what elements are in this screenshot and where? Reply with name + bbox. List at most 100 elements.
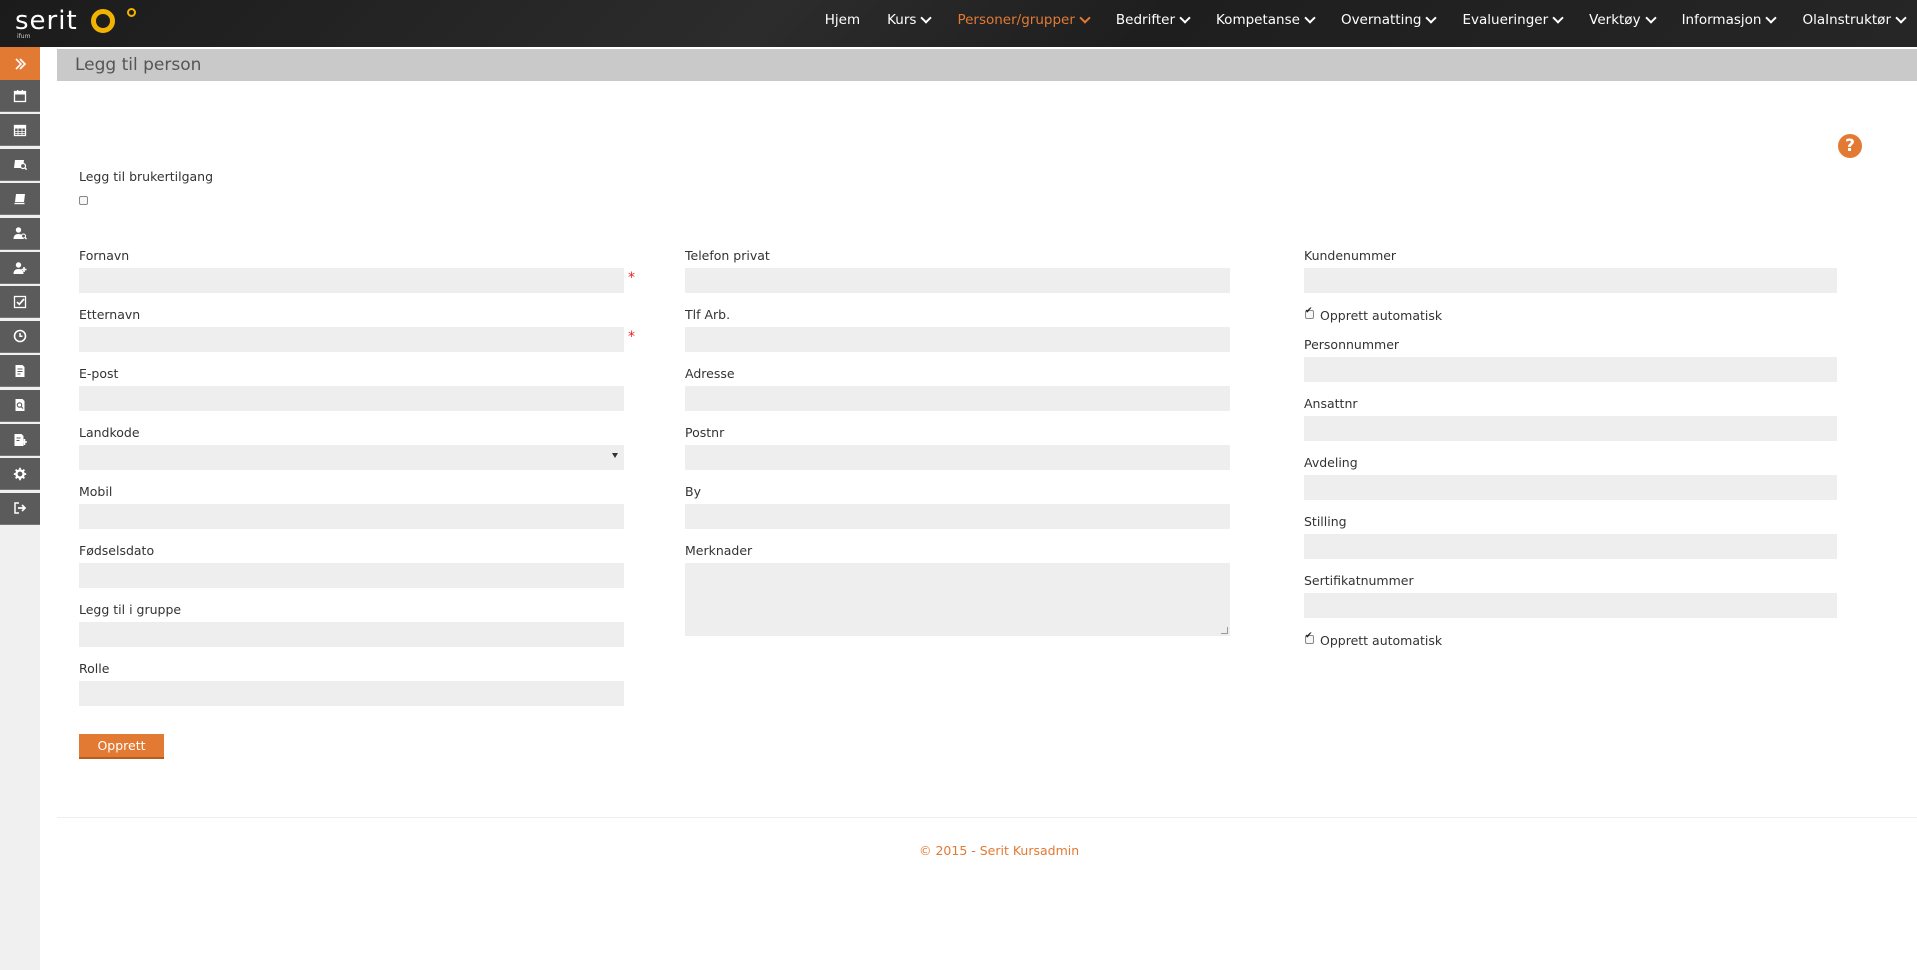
by-input[interactable] <box>685 504 1230 529</box>
kundenummer-input[interactable] <box>1304 268 1837 293</box>
document-search-icon <box>13 398 27 412</box>
etternavn-label: Etternavn <box>79 307 141 322</box>
sidebar-logout-button[interactable] <box>0 492 40 525</box>
sidebar-double-chevron-right-button[interactable] <box>0 47 40 80</box>
sidebar-calendar-grid-button[interactable] <box>0 114 40 147</box>
rolle-input[interactable] <box>79 681 624 706</box>
fodselsdato-input[interactable] <box>79 563 624 588</box>
user-add-icon <box>13 261 27 275</box>
nav-item-olainstruktør[interactable]: OlaInstruktør <box>1802 11 1907 28</box>
nav-item-label: OlaInstruktør <box>1802 12 1891 28</box>
calendar-grid-icon <box>13 123 27 137</box>
nav-item-kurs[interactable]: Kurs <box>887 11 933 28</box>
nav-item-overnatting[interactable]: Overnatting <box>1340 11 1438 28</box>
nav-item-label: Kompetanse <box>1216 12 1300 28</box>
chevron-down-icon <box>1079 11 1091 24</box>
fornavn-input[interactable] <box>79 268 624 293</box>
rolle-label: Rolle <box>79 661 110 676</box>
mobil-label: Mobil <box>79 484 113 499</box>
gruppe-label: Legg til i gruppe <box>79 602 182 617</box>
sertifikatnummer-input[interactable] <box>1304 593 1837 618</box>
opprett-auto-kundenummer-checkbox[interactable] <box>1305 306 1314 319</box>
chevron-down-icon <box>1552 11 1564 24</box>
user-access-label: Legg til brukertilgang <box>79 169 214 184</box>
sidebar-document-button[interactable] <box>0 355 40 388</box>
nav-item-hjem[interactable]: Hjem <box>825 12 860 28</box>
footer-divider <box>57 817 1917 818</box>
page-title: Legg til person <box>75 55 202 75</box>
personnummer-input[interactable] <box>1304 357 1837 382</box>
top-navbar: serit ifum Hjem Kurs Personer/grupper Bedri… <box>0 0 1917 47</box>
sidebar-user-add-button[interactable] <box>0 252 40 284</box>
tlf-privat-input[interactable] <box>685 268 1230 293</box>
nav-item-label: Overnatting <box>1340 12 1422 28</box>
resize-handle-icon[interactable] <box>1221 627 1228 634</box>
double-chevron-right-icon <box>13 57 27 71</box>
nav-item-informasjon[interactable]: Informasjon <box>1682 11 1778 28</box>
chevron-down-icon <box>1304 11 1316 24</box>
dropdown-arrow-icon <box>612 453 618 458</box>
epost-label: E-post <box>79 366 119 381</box>
tlf-privat-label: Telefon privat <box>685 248 770 263</box>
tlf-arb-label: Tlf Arb. <box>685 307 731 322</box>
opprett-auto-sertifikat-label: Opprett automatisk <box>1320 633 1443 648</box>
gruppe-input[interactable] <box>79 622 624 647</box>
landkode-label: Landkode <box>79 425 140 440</box>
user-search-icon <box>13 226 27 240</box>
sidebar-course-list-button[interactable] <box>0 183 40 216</box>
opprett-auto-sertifikat-checkbox[interactable] <box>1305 631 1314 644</box>
fornavn-required-mark: * <box>628 270 635 286</box>
logo-subtext: ifum <box>17 33 31 40</box>
sidebar-clock-button[interactable] <box>0 320 40 353</box>
sidebar-checklist-button[interactable] <box>0 286 40 319</box>
ansattnr-input[interactable] <box>1304 416 1837 441</box>
merknader-textarea[interactable] <box>685 563 1230 636</box>
tlf-arb-input[interactable] <box>685 327 1230 352</box>
nav-item-evalueringer[interactable]: Evalueringer <box>1462 11 1564 28</box>
ansattnr-label: Ansattnr <box>1304 396 1358 411</box>
etternavn-required-mark: * <box>628 329 635 345</box>
page-header: Legg til person <box>57 49 1917 81</box>
sidebar-course-search-button[interactable] <box>0 148 40 181</box>
merknader-label: Merknader <box>685 543 753 558</box>
clock-icon <box>13 329 27 343</box>
chevron-down-icon <box>1765 11 1778 24</box>
mobil-input[interactable] <box>79 504 624 529</box>
etternavn-input[interactable] <box>79 327 624 352</box>
nav-item-verktøy[interactable]: Verktøy <box>1589 11 1657 28</box>
adresse-label: Adresse <box>685 366 735 381</box>
sidebar-user-search-button[interactable] <box>0 217 40 250</box>
fodselsdato-label: Fødselsdato <box>79 543 155 558</box>
checklist-icon <box>13 295 27 309</box>
help-icon[interactable]: ? <box>1838 134 1862 158</box>
epost-input[interactable] <box>79 386 624 411</box>
user-access-checkbox[interactable] <box>79 196 88 205</box>
adresse-input[interactable] <box>685 386 1230 411</box>
postnr-label: Postnr <box>685 425 725 440</box>
avdeling-label: Avdeling <box>1304 455 1358 470</box>
opprett-auto-kundenummer-label: Opprett automatisk <box>1320 308 1443 323</box>
nav-item-label: Evalueringer <box>1462 12 1549 28</box>
nav-item-label: Hjem <box>824 12 861 28</box>
course-search-icon <box>13 157 27 171</box>
logo-text: serit <box>15 6 78 36</box>
nav-item-bedrifter[interactable]: Bedrifter <box>1116 11 1191 28</box>
postnr-input[interactable] <box>685 445 1230 470</box>
course-list-icon <box>13 192 27 206</box>
stilling-label: Stilling <box>1304 514 1347 529</box>
landkode-select[interactable] <box>79 445 624 470</box>
nav-item-kompetanse[interactable]: Kompetanse <box>1216 11 1316 28</box>
sidebar-gear-button[interactable] <box>0 458 40 491</box>
nav-item-personer-grupper[interactable]: Personer/grupper <box>957 11 1091 28</box>
calendar-icon <box>13 89 27 103</box>
sidebar-calendar-button[interactable] <box>0 80 40 112</box>
opprett-button[interactable]: Opprett <box>79 734 164 759</box>
serit-logo[interactable]: serit ifum <box>15 6 140 42</box>
chevron-down-icon <box>920 11 933 24</box>
gear-icon <box>13 467 27 481</box>
avdeling-input[interactable] <box>1304 475 1837 500</box>
sidebar-document-search-button[interactable] <box>0 389 40 422</box>
stilling-input[interactable] <box>1304 534 1837 559</box>
sidebar-document-add-button[interactable] <box>0 424 40 456</box>
nav-item-label: Kurs <box>887 12 917 28</box>
